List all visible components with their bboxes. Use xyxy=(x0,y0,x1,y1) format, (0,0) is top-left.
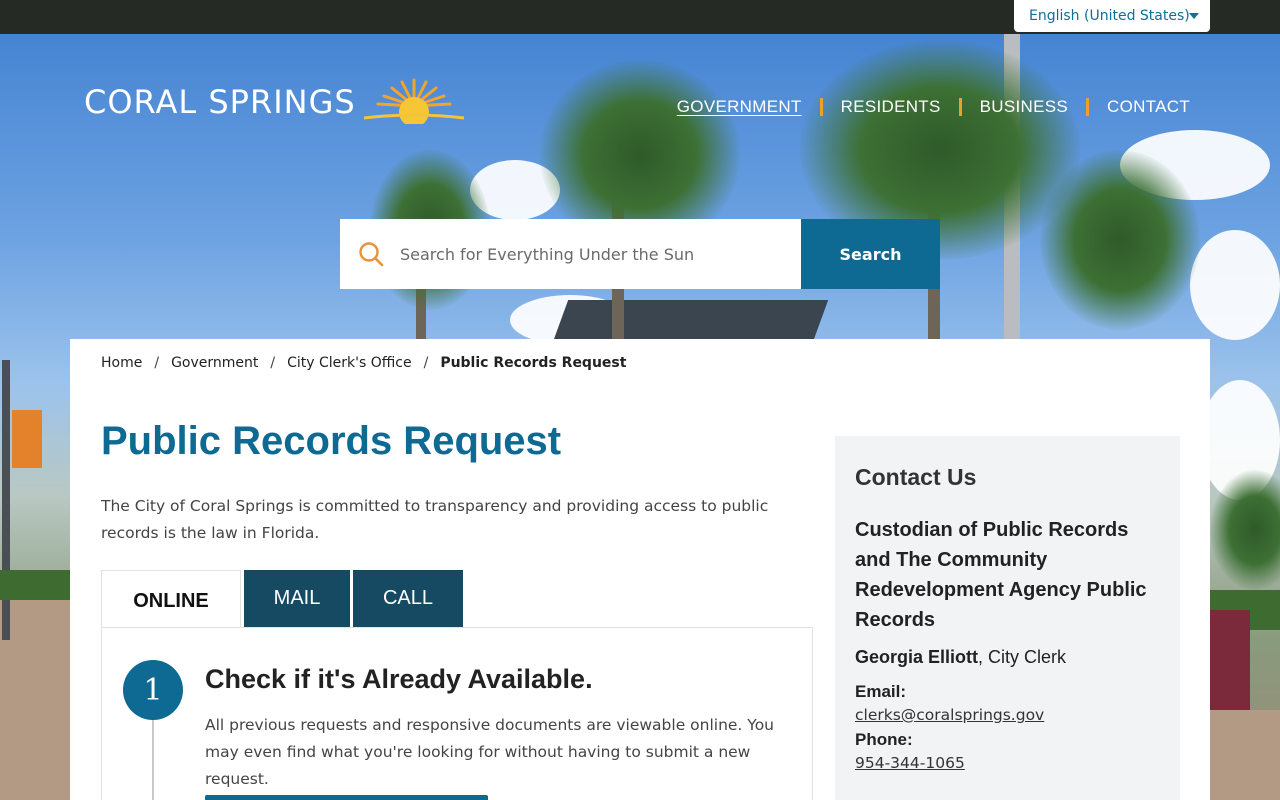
email-link[interactable]: clerks@coralsprings.gov xyxy=(855,706,1160,724)
nav-item-business[interactable]: BUSINESS xyxy=(980,97,1068,117)
search-field[interactable] xyxy=(340,219,801,289)
nav-separator xyxy=(819,98,823,116)
breadcrumb-city-clerk[interactable]: City Clerk's Office xyxy=(287,355,412,371)
phone-label: Phone: xyxy=(855,730,913,749)
nav-item-residents[interactable]: RESIDENTS xyxy=(841,97,941,117)
contact-person-role: , City Clerk xyxy=(978,647,1067,667)
site-logo[interactable]: CORAL SPRINGS xyxy=(84,78,466,124)
contact-heading: Contact Us xyxy=(855,464,977,490)
search-icon xyxy=(359,242,384,267)
nav-separator xyxy=(1086,98,1089,116)
page-title: Public Records Request xyxy=(101,419,562,463)
breadcrumb-home[interactable]: Home xyxy=(101,355,142,371)
sun-logo-icon xyxy=(363,78,464,124)
chevron-down-icon xyxy=(1189,13,1199,19)
nav-item-government[interactable]: GOVERNMENT xyxy=(677,97,802,117)
search-button[interactable]: Search xyxy=(801,219,940,289)
step-title: Check if it's Already Available. xyxy=(205,664,593,694)
site-search: Search xyxy=(340,219,940,289)
top-utility-bar: English (United States) xyxy=(0,0,1280,34)
nav-separator xyxy=(958,98,962,116)
breadcrumb: Home / Government / City Clerk's Office … xyxy=(101,355,626,371)
nav-item-contact[interactable]: CONTACT xyxy=(1107,97,1190,117)
main-navigation: GOVERNMENT RESIDENTS BUSINESS CONTACT xyxy=(677,97,1190,117)
breadcrumb-separator: / xyxy=(270,355,276,371)
breadcrumb-current: Public Records Request xyxy=(440,355,627,371)
step-number-badge: 1 xyxy=(123,660,183,720)
breadcrumb-separator: / xyxy=(423,355,429,371)
language-label: English (United States) xyxy=(1029,8,1190,24)
email-label: Email: xyxy=(855,682,907,701)
breadcrumb-separator: / xyxy=(154,355,160,371)
tab-panel-online: 1 Check if it's Already Available. All p… xyxy=(101,627,813,800)
step-description: All previous requests and responsive doc… xyxy=(205,716,775,788)
breadcrumb-government[interactable]: Government xyxy=(171,355,258,371)
view-requests-button[interactable] xyxy=(205,795,488,800)
logo-text: CORAL SPRINGS xyxy=(84,83,356,121)
language-select[interactable]: English (United States) xyxy=(1014,0,1210,32)
contact-person: Georgia Elliott, City Clerk xyxy=(855,647,1160,668)
tab-online[interactable]: ONLINE xyxy=(101,570,241,627)
search-input[interactable] xyxy=(400,244,780,264)
contact-sidebar: Contact Us Custodian of Public Records a… xyxy=(835,436,1180,800)
contact-subheading: Custodian of Public Records and The Comm… xyxy=(855,519,1147,631)
content-panel: Home / Government / City Clerk's Office … xyxy=(70,339,1210,800)
request-method-tabs: ONLINE MAIL CALL xyxy=(101,570,463,627)
page-intro: The City of Coral Springs is committed t… xyxy=(101,497,769,542)
phone-link[interactable]: 954-344-1065 xyxy=(855,754,1160,772)
contact-person-name: Georgia Elliott xyxy=(855,647,979,667)
tab-mail[interactable]: MAIL xyxy=(244,570,350,627)
tab-call[interactable]: CALL xyxy=(353,570,463,627)
